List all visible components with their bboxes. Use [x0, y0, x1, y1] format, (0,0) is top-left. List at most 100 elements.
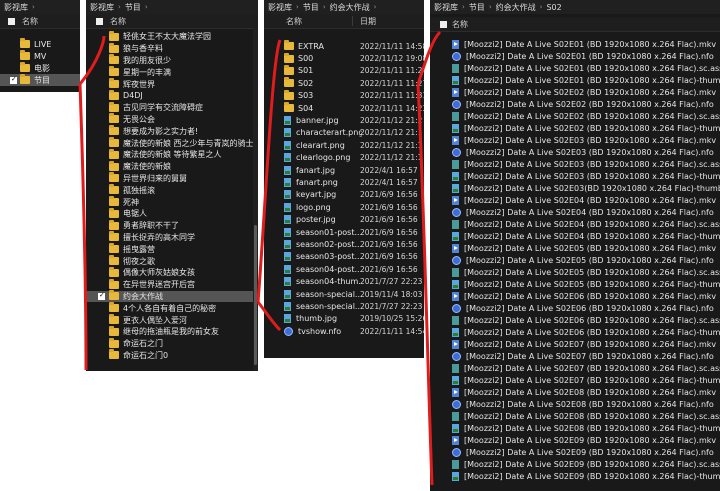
list-item[interactable]: [Moozzi2] Date A Live S02E07 (BD 1920x10… — [430, 338, 720, 350]
list-item[interactable]: [Moozzi2] Date A Live S02E03 (BD 1920x10… — [430, 134, 720, 146]
list-item[interactable]: S01 2022/11/11 11:24 — [264, 64, 424, 77]
list-item[interactable]: [Moozzi2] Date A Live S02E06 (BD 1920x10… — [430, 290, 720, 302]
breadcrumb-item[interactable]: 影视库 — [268, 2, 292, 13]
breadcrumb-item[interactable]: 影视库 — [4, 2, 28, 13]
list-item[interactable]: 死神 — [86, 196, 258, 208]
list-item[interactable]: 古见同学有交流障碍症 — [86, 101, 258, 114]
list-item[interactable]: clearart.png 2022/11/12 21:1 — [264, 139, 424, 151]
list-item[interactable]: season04-thum... 2021/7/27 22:23 — [264, 275, 424, 287]
list-item[interactable]: [Moozzi2] Date A Live S02E03(BD 1920x108… — [430, 182, 720, 194]
list-item[interactable]: [Moozzi2] Date A Live S02E04 (BD 1920x10… — [430, 230, 720, 242]
list-item[interactable]: 电锯人 — [86, 207, 258, 220]
list-item[interactable]: season01-post... 2021/6/9 16:56 — [264, 226, 424, 238]
scrollbar-thumb[interactable] — [254, 225, 257, 365]
list-item[interactable]: [Moozzi2] Date A Live S02E07 (BD 1920x10… — [430, 362, 720, 374]
list-item[interactable]: season04-post... 2021/6/9 16:56 — [264, 263, 424, 275]
list-item[interactable]: [Moozzi2] Date A Live S02E05 (BD 1920x10… — [430, 242, 720, 254]
list-item[interactable]: 偶像大师灰姑娘女孩 — [86, 266, 258, 279]
list-item[interactable]: [Moozzi2] Date A Live S02E08 (BD 1920x10… — [430, 386, 720, 398]
list-item[interactable]: S03 2022/11/11 11:31 — [264, 89, 424, 102]
list-item[interactable]: [Moozzi2] Date A Live S02E08 (BD 1920x10… — [430, 422, 720, 434]
breadcrumb-item[interactable]: 节目 — [125, 2, 141, 13]
list-item[interactable]: 节目 — [0, 74, 80, 86]
list-item[interactable]: 更衣人偶坠入爱河 — [86, 314, 258, 326]
list-item[interactable]: [Moozzi2] Date A Live S02E06 (BD 1920x10… — [430, 302, 720, 314]
list-item[interactable]: [Moozzi2] Date A Live S02E08 (BD 1920x10… — [430, 398, 720, 410]
column-header-name[interactable]: 名称 — [110, 16, 126, 27]
list-item[interactable]: [Moozzi2] Date A Live S02E02 (BD 1920x10… — [430, 122, 720, 134]
list-item[interactable]: 约会大作战 — [86, 290, 258, 303]
list-item[interactable]: 辉夜世界 — [86, 78, 258, 90]
list-item[interactable]: season03-post... 2021/6/9 16:56 — [264, 251, 424, 263]
list-item[interactable]: 摇曳露营 — [86, 243, 258, 255]
list-item[interactable]: 勇者辞职不干了 — [86, 219, 258, 232]
column-divider[interactable] — [352, 16, 353, 26]
list-item[interactable]: [Moozzi2] Date A Live S02E09 (BD 1920x10… — [430, 434, 720, 446]
list-item[interactable]: S00 2022/11/12 19:08 — [264, 52, 424, 64]
list-item[interactable]: 轻佻女王不太大魔法学园 — [86, 30, 258, 43]
breadcrumb-item[interactable]: 节目 — [303, 2, 319, 13]
list-item[interactable]: [Moozzi2] Date A Live S02E02 (BD 1920x10… — [430, 86, 720, 98]
list-item[interactable]: 异世界归来的舅舅 — [86, 172, 258, 185]
breadcrumb-item[interactable]: 约会大作战 — [330, 2, 370, 13]
list-item[interactable]: [Moozzi2] Date A Live S02E03 (BD 1920x10… — [430, 146, 720, 158]
list-item[interactable]: characterart.png 2022/11/12 21:1 — [264, 127, 424, 139]
list-item[interactable]: [Moozzi2] Date A Live S02E06 (BD 1920x10… — [430, 326, 720, 338]
list-item[interactable]: fanart.png 2022/4/1 16:57 — [264, 176, 424, 188]
list-item[interactable]: [Moozzi2] Date A Live S02E04 (BD 1920x10… — [430, 206, 720, 218]
list-item[interactable]: [Moozzi2] Date A Live S02E09 (BD 1920x10… — [430, 446, 720, 458]
list-item[interactable]: EXTRA 2022/11/11 14:58 — [264, 40, 424, 52]
list-item[interactable]: MV — [0, 50, 80, 62]
list-item[interactable]: 魔法使的新娘 等待繁星之人 — [86, 148, 258, 161]
breadcrumb-item[interactable]: 节目 — [469, 2, 485, 13]
list-item[interactable]: [Moozzi2] Date A Live S02E05 (BD 1920x10… — [430, 266, 720, 278]
breadcrumb-item[interactable]: S02 — [546, 3, 561, 12]
list-item[interactable]: [Moozzi2] Date A Live S02E01 (BD 1920x10… — [430, 38, 720, 50]
list-item[interactable]: [Moozzi2] Date A Live S02E07 (BD 1920x10… — [430, 350, 720, 362]
list-item[interactable]: S02 2022/11/11 11:27 — [264, 77, 424, 89]
column-header-name[interactable]: 名称 — [286, 16, 302, 27]
item-checkbox[interactable] — [10, 75, 17, 84]
list-item[interactable]: 我的朋友很少 — [86, 54, 258, 67]
list-item[interactable]: [Moozzi2] Date A Live S02E06 (BD 1920x10… — [430, 314, 720, 326]
list-item[interactable]: [Moozzi2] Date A Live S02E01 (BD 1920x10… — [430, 50, 720, 62]
list-item[interactable]: 想要成为影之实力者! — [86, 125, 258, 137]
item-checkbox[interactable] — [98, 291, 105, 300]
list-item[interactable]: LIVE — [0, 38, 80, 50]
list-item[interactable]: 孤独摇滚 — [86, 184, 258, 196]
list-item[interactable]: [Moozzi2] Date A Live S02E05 (BD 1920x10… — [430, 278, 720, 290]
column-header-name[interactable]: 名称 — [452, 19, 468, 30]
list-item[interactable]: thumb.jpg 2019/10/25 15:26 — [264, 313, 424, 325]
list-item[interactable]: poster.jpg 2021/6/9 16:56 — [264, 213, 424, 225]
list-item[interactable]: [Moozzi2] Date A Live S02E04 (BD 1920x10… — [430, 218, 720, 230]
list-item[interactable]: [Moozzi2] Date A Live S02E08 (BD 1920x10… — [430, 410, 720, 422]
list-item[interactable]: 4个人各自有着自己的秘密 — [86, 302, 258, 314]
list-item[interactable]: [Moozzi2] Date A Live S02E02 (BD 1920x10… — [430, 98, 720, 110]
list-item[interactable]: [Moozzi2] Date A Live S02E03 (BD 1920x10… — [430, 170, 720, 182]
list-item[interactable]: [Moozzi2] Date A Live S02E01 (BD 1920x10… — [430, 74, 720, 86]
breadcrumb-item[interactable]: 约会大作战 — [496, 2, 536, 13]
list-item[interactable]: [Moozzi2] Date A Live S02E09 (BD 1920x10… — [430, 458, 720, 470]
list-item[interactable]: 电影 — [0, 62, 80, 74]
column-header-name[interactable]: 名称 — [22, 16, 38, 27]
list-item[interactable]: tvshow.nfo 2022/11/11 14:54 — [264, 325, 424, 337]
list-item[interactable]: banner.jpg 2022/11/12 21:2 — [264, 114, 424, 126]
list-item[interactable]: keyart.jpg 2021/6/9 16:56 — [264, 189, 424, 201]
list-item[interactable]: [Moozzi2] Date A Live S02E05 (BD 1920x10… — [430, 254, 720, 266]
list-item[interactable]: D4DJ — [86, 89, 258, 102]
list-item[interactable]: 魔法使的新娘 — [86, 160, 258, 173]
list-item[interactable]: clearlogo.png 2022/11/12 21:1 — [264, 152, 424, 164]
select-all-checkbox[interactable] — [440, 21, 447, 28]
list-item[interactable]: S04 2022/11/11 14:23 — [264, 102, 424, 114]
list-item[interactable]: 彻夜之歌 — [86, 255, 258, 267]
list-item[interactable]: season02-post... 2021/6/9 16:56 — [264, 238, 424, 250]
list-item[interactable]: [Moozzi2] Date A Live S02E07 (BD 1920x10… — [430, 374, 720, 386]
list-item[interactable]: 无畏公会 — [86, 113, 258, 126]
breadcrumb-item[interactable]: 影视库 — [90, 2, 114, 13]
breadcrumb-item[interactable]: 影视库 — [434, 2, 458, 13]
list-item[interactable]: fanart.jpg 2022/4/1 16:57 — [264, 164, 424, 176]
column-header-date[interactable]: 日期 — [360, 16, 376, 27]
list-item[interactable]: 在异世界迷宫开后宫 — [86, 278, 258, 291]
list-item[interactable]: [Moozzi2] Date A Live S02E03 (BD 1920x10… — [430, 158, 720, 170]
list-item[interactable]: season-special... 2019/11/4 18:03 — [264, 288, 424, 300]
